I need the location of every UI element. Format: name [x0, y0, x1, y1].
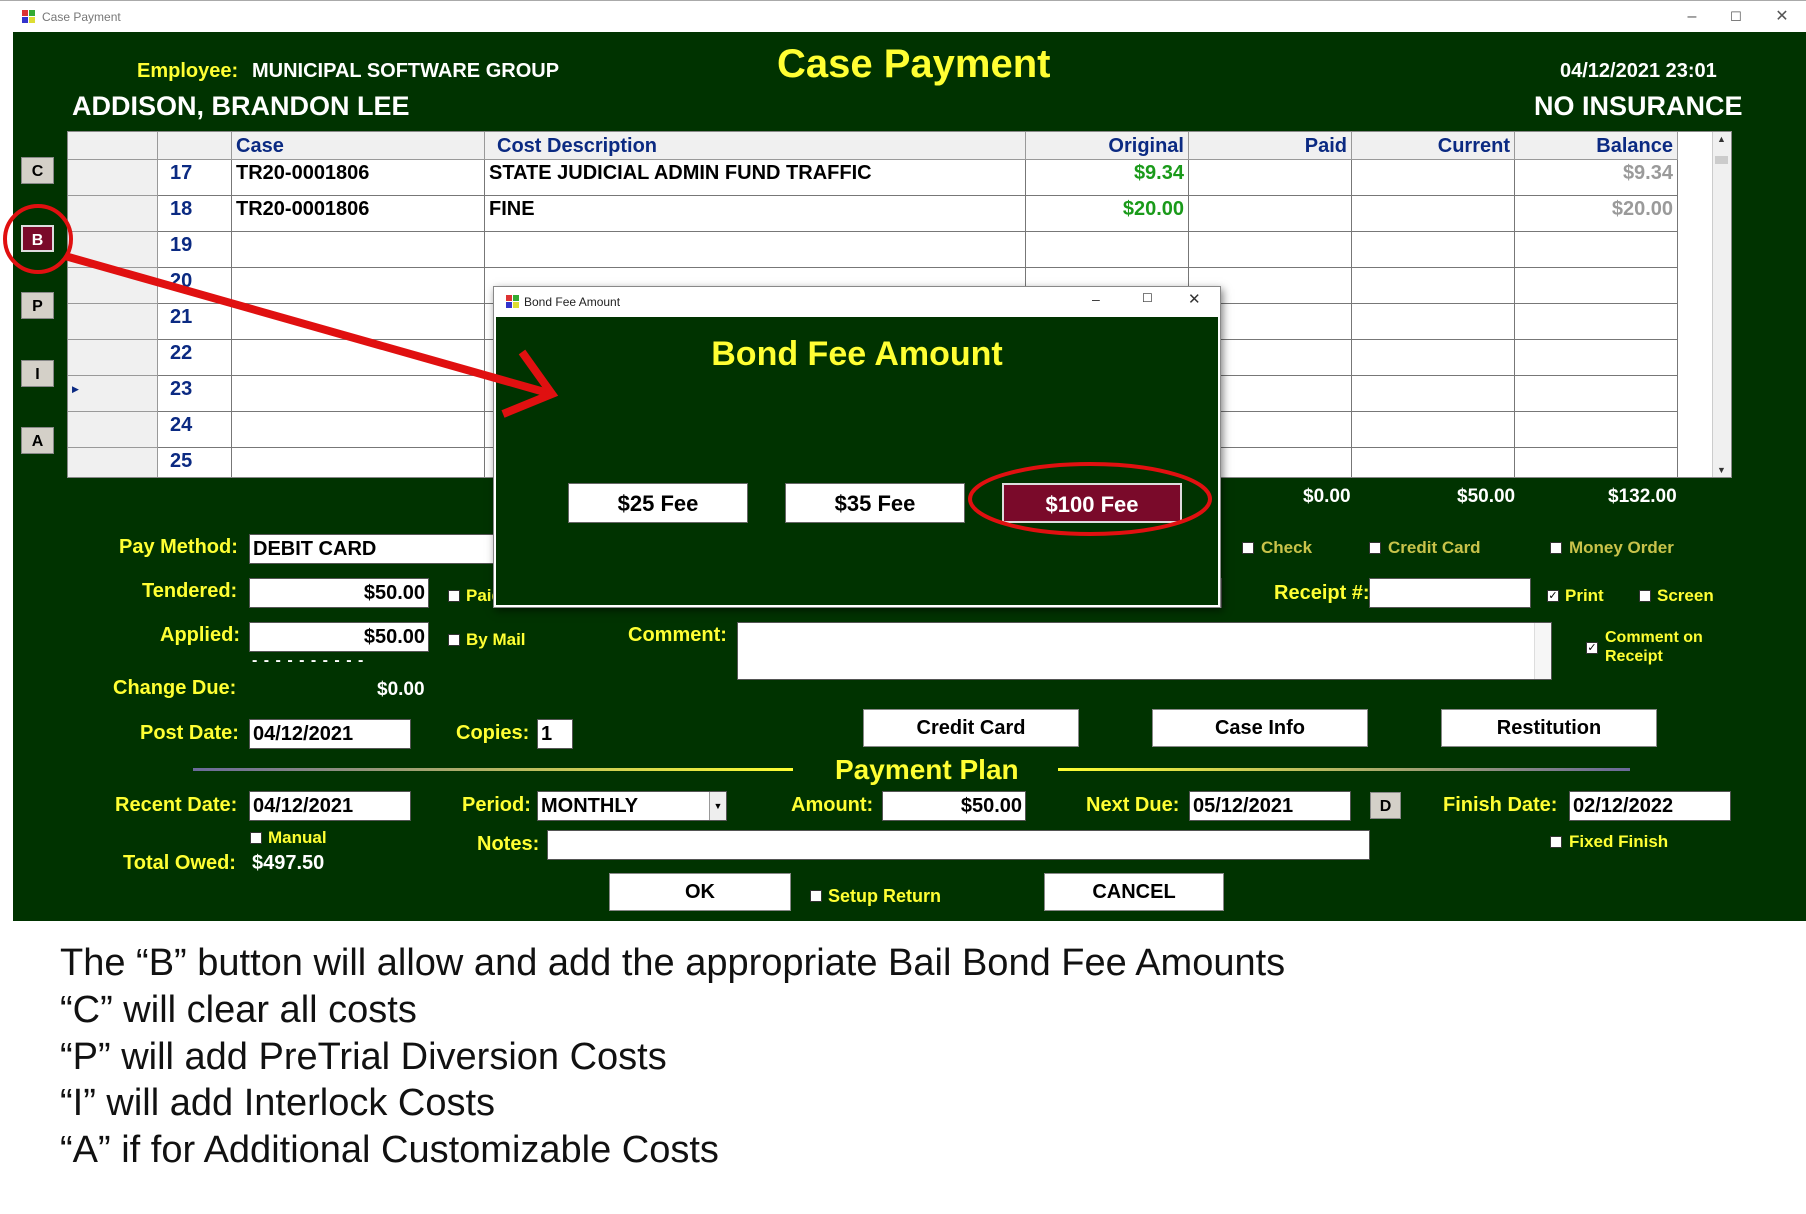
note-line-2: “C” will clear all costs [60, 989, 417, 1031]
note-line-4: “I” will add Interlock Costs [60, 1082, 496, 1124]
note-line-5: “A” if for Additional Customizable Costs [60, 1129, 719, 1171]
annotation-overlay [3, 204, 1212, 536]
annotation-circle-100-fee [968, 462, 1212, 536]
annotation-arrow-line [63, 252, 550, 397]
annotation-circle-b [3, 204, 73, 274]
note-line-3: “P” will add PreTrial Diversion Costs [60, 1036, 667, 1078]
note-line-1: The “B” button will allow and add the ap… [60, 942, 1286, 984]
